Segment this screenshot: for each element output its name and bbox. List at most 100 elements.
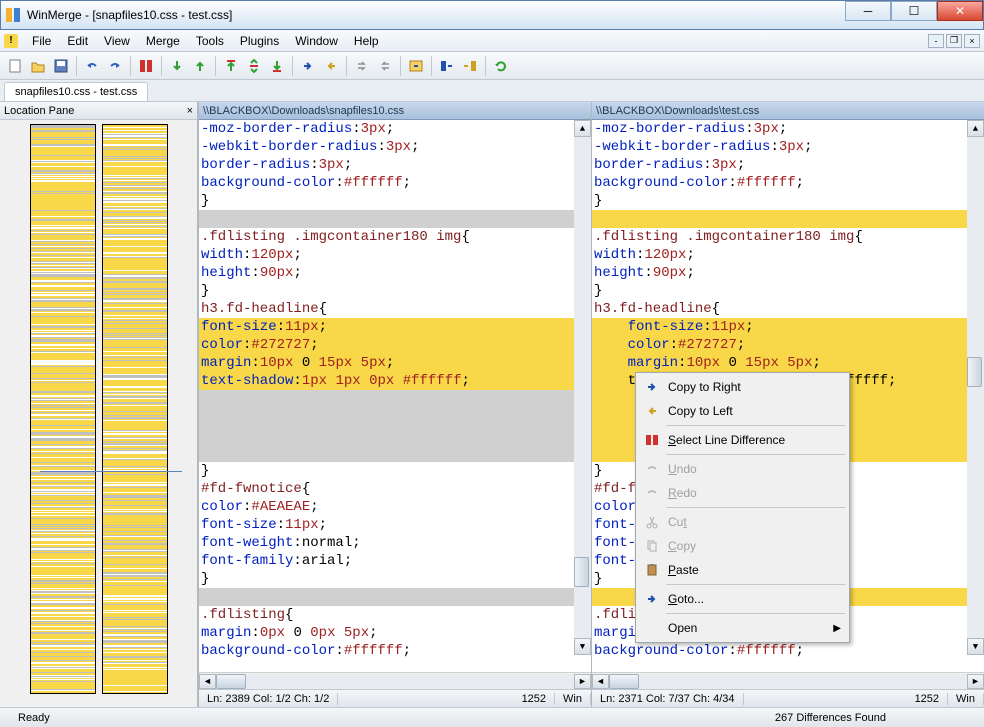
code-line[interactable]: background-color:#ffffff;: [199, 174, 591, 192]
code-line[interactable]: background-color:#ffffff;: [592, 174, 984, 192]
ctx-open[interactable]: Open▶: [638, 616, 847, 640]
code-line[interactable]: }: [199, 192, 591, 210]
code-line[interactable]: [199, 444, 591, 462]
code-line[interactable]: }: [592, 192, 984, 210]
mdi-minimize[interactable]: -: [928, 34, 944, 48]
menu-view[interactable]: View: [96, 31, 138, 51]
menu-plugins[interactable]: Plugins: [232, 31, 287, 51]
left-code-area[interactable]: -moz-border-radius:3px;-webkit-border-ra…: [199, 120, 591, 672]
code-line[interactable]: font-size:11px;: [199, 318, 591, 336]
ctx-select-line-diff[interactable]: Select Line Difference: [638, 428, 847, 452]
code-line[interactable]: [592, 210, 984, 228]
ctx-paste[interactable]: Paste: [638, 558, 847, 582]
menu-file[interactable]: File: [24, 31, 59, 51]
tb-merge-left[interactable]: [459, 55, 481, 77]
code-line[interactable]: .fdlisting .imgcontainer180 img{: [592, 228, 984, 246]
tb-refresh[interactable]: [490, 55, 512, 77]
ctx-copy-right[interactable]: Copy to Right: [638, 375, 847, 399]
location-pane: Location Pane×: [0, 102, 198, 707]
code-line[interactable]: }: [199, 282, 591, 300]
menu-window[interactable]: Window: [287, 31, 346, 51]
tb-redo[interactable]: [104, 55, 126, 77]
code-line[interactable]: }: [199, 462, 591, 480]
code-line[interactable]: font-size:11px;: [199, 516, 591, 534]
tb-first-diff[interactable]: [220, 55, 242, 77]
left-vscrollbar[interactable]: ▲▼: [574, 120, 591, 655]
right-vscrollbar[interactable]: ▲▼: [967, 120, 984, 655]
tb-undo[interactable]: [81, 55, 103, 77]
mdi-close[interactable]: ×: [964, 34, 980, 48]
tb-all-right[interactable]: [405, 55, 427, 77]
tb-curr-diff[interactable]: [243, 55, 265, 77]
tb-prev-diff[interactable]: [189, 55, 211, 77]
code-line[interactable]: margin:10px 0 15px 5px;: [592, 354, 984, 372]
tb-copy-right-next[interactable]: [351, 55, 373, 77]
code-line[interactable]: .fdlisting{: [199, 606, 591, 624]
ctx-goto[interactable]: Goto...: [638, 587, 847, 611]
tb-save[interactable]: [50, 55, 72, 77]
code-line[interactable]: [199, 426, 591, 444]
code-line[interactable]: font-family:arial;: [199, 552, 591, 570]
code-line[interactable]: -webkit-border-radius:3px;: [199, 138, 591, 156]
code-line[interactable]: -moz-border-radius:3px;: [592, 120, 984, 138]
menu-edit[interactable]: Edit: [59, 31, 96, 51]
code-line[interactable]: [199, 390, 591, 408]
maximize-button[interactable]: ☐: [891, 1, 937, 21]
tb-last-diff[interactable]: [266, 55, 288, 77]
mdi-restore[interactable]: ❐: [946, 34, 962, 48]
code-line[interactable]: }: [199, 570, 591, 588]
code-line[interactable]: color:#AEAEAE;: [199, 498, 591, 516]
code-line[interactable]: background-color:#ffffff;: [592, 642, 984, 660]
menu-help[interactable]: Help: [346, 31, 387, 51]
code-line[interactable]: font-size:11px;: [592, 318, 984, 336]
code-line[interactable]: [199, 588, 591, 606]
document-tab[interactable]: snapfiles10.css - test.css: [4, 82, 148, 101]
menu-merge[interactable]: Merge: [138, 31, 188, 51]
close-button[interactable]: ✕: [937, 1, 983, 21]
code-line[interactable]: -webkit-border-radius:3px;: [592, 138, 984, 156]
code-line[interactable]: [199, 210, 591, 228]
code-line[interactable]: -moz-border-radius:3px;: [199, 120, 591, 138]
tb-copy-left[interactable]: [320, 55, 342, 77]
arrow-left-icon: [644, 403, 660, 419]
menu-tools[interactable]: Tools: [188, 31, 232, 51]
code-line[interactable]: color:#272727;: [199, 336, 591, 354]
location-column-left[interactable]: [30, 124, 96, 694]
code-line[interactable]: font-weight:normal;: [199, 534, 591, 552]
code-line[interactable]: .fdlisting .imgcontainer180 img{: [199, 228, 591, 246]
minimize-button[interactable]: ─: [845, 1, 891, 21]
cut-icon: [644, 514, 660, 530]
location-pane-close[interactable]: ×: [187, 105, 193, 117]
tb-copy-right[interactable]: [297, 55, 319, 77]
code-line[interactable]: h3.fd-headline{: [199, 300, 591, 318]
right-hscrollbar[interactable]: ◄►: [592, 672, 984, 689]
code-line[interactable]: height:90px;: [199, 264, 591, 282]
code-line[interactable]: width:120px;: [199, 246, 591, 264]
code-line[interactable]: width:120px;: [592, 246, 984, 264]
code-line[interactable]: color:#272727;: [592, 336, 984, 354]
tb-merge-right[interactable]: [436, 55, 458, 77]
code-line[interactable]: h3.fd-headline{: [592, 300, 984, 318]
code-line[interactable]: margin:10px 0 15px 5px;: [199, 354, 591, 372]
tb-diff-pane[interactable]: [135, 55, 157, 77]
tb-next-diff[interactable]: [166, 55, 188, 77]
tb-copy-left-next[interactable]: [374, 55, 396, 77]
tb-new[interactable]: [4, 55, 26, 77]
code-line[interactable]: height:90px;: [592, 264, 984, 282]
location-cursor: [40, 471, 182, 472]
location-column-right[interactable]: [102, 124, 168, 694]
code-line[interactable]: [199, 408, 591, 426]
tb-open[interactable]: [27, 55, 49, 77]
left-hscrollbar[interactable]: ◄►: [199, 672, 591, 689]
code-line[interactable]: margin:0px 0 0px 5px;: [199, 624, 591, 642]
code-line[interactable]: text-shadow:1px 1px 0px #ffffff;: [199, 372, 591, 390]
code-line[interactable]: #fd-fwnotice{: [199, 480, 591, 498]
code-line[interactable]: border-radius:3px;: [199, 156, 591, 174]
ctx-cut: Cut: [638, 510, 847, 534]
ctx-copy-left[interactable]: Copy to Left: [638, 399, 847, 423]
warning-icon[interactable]: !: [4, 34, 18, 48]
code-line[interactable]: }: [592, 282, 984, 300]
app-icon: [5, 7, 21, 23]
code-line[interactable]: border-radius:3px;: [592, 156, 984, 174]
code-line[interactable]: background-color:#ffffff;: [199, 642, 591, 660]
